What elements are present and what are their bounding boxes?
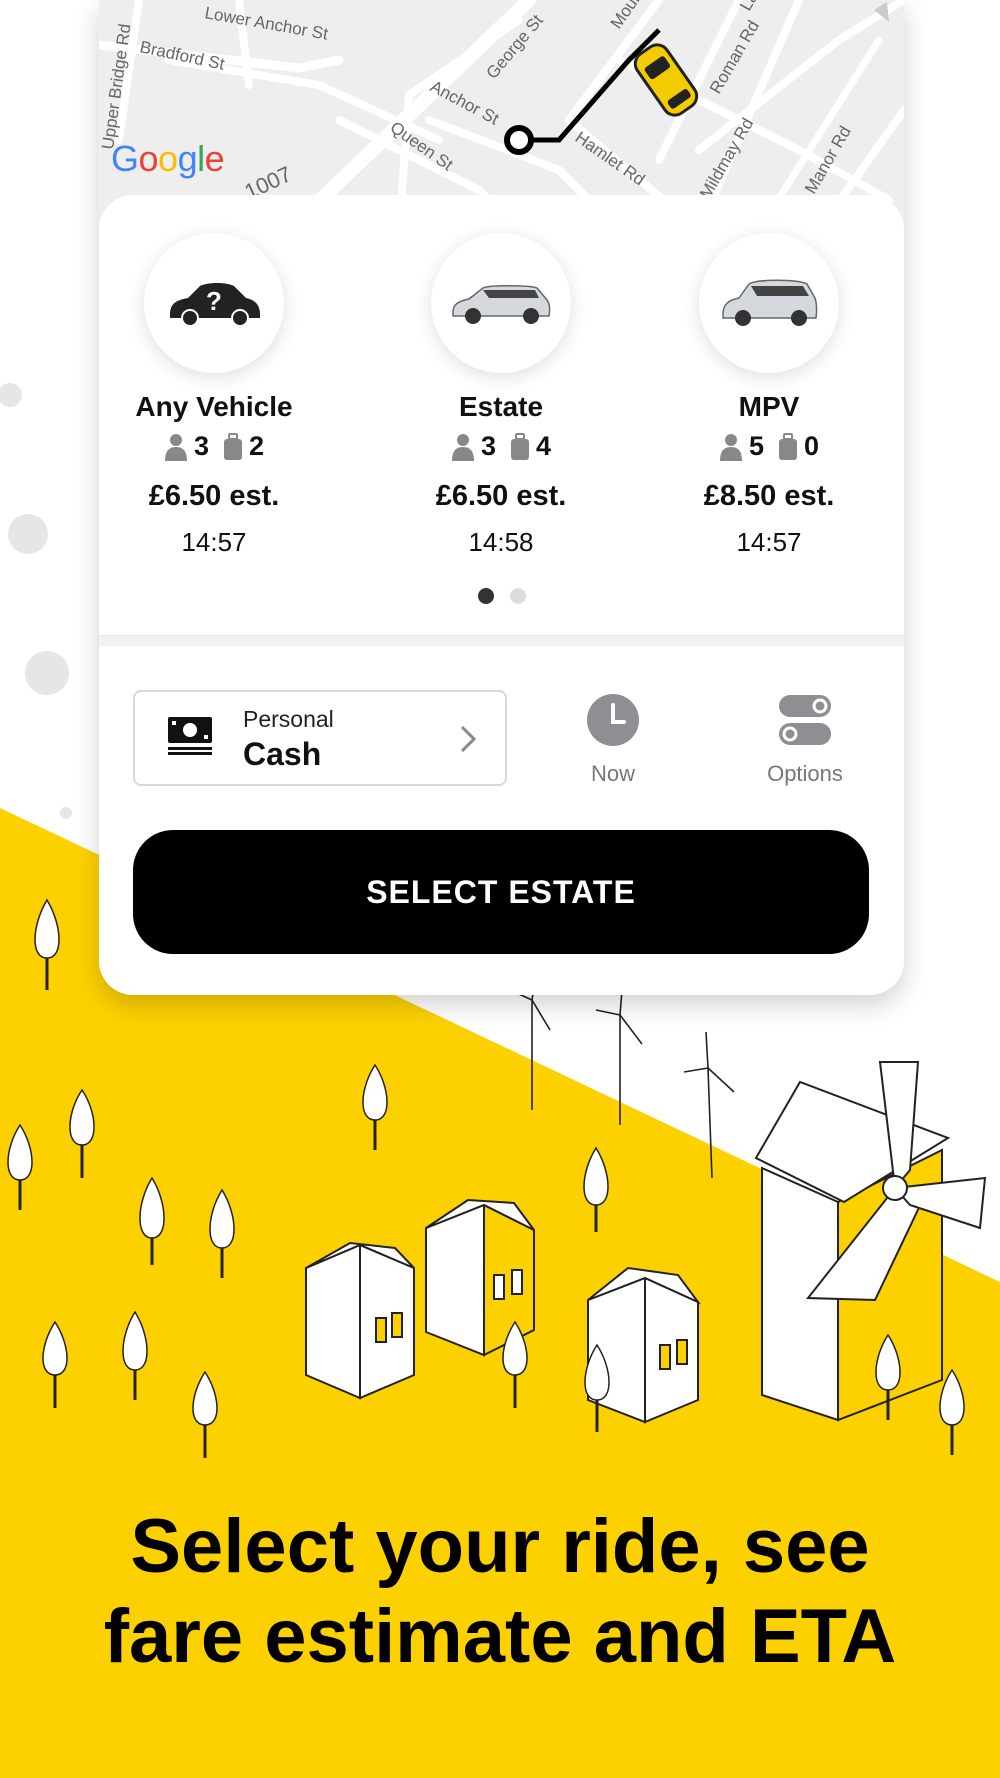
bubble-decoration bbox=[8, 514, 48, 554]
section-divider bbox=[99, 635, 904, 646]
passenger-count: 3 bbox=[193, 431, 209, 461]
pickup-pin bbox=[504, 125, 534, 155]
tagline-line-2: fare estimate and ETA bbox=[103, 1594, 897, 1679]
passenger-icon bbox=[164, 433, 187, 461]
passenger-count: 5 bbox=[748, 431, 764, 461]
passenger-icon bbox=[719, 433, 742, 461]
marketing-tagline: Select your ride, see fare estimate and … bbox=[0, 1502, 1000, 1682]
vehicle-capacity: 3 2 bbox=[99, 431, 329, 462]
house bbox=[587, 1266, 702, 1424]
carousel-pagination bbox=[99, 588, 904, 604]
clock-icon bbox=[587, 694, 639, 746]
bubble-decoration bbox=[0, 383, 22, 407]
payment-type: Personal bbox=[243, 706, 334, 732]
map-label: Hamlet Rd bbox=[572, 128, 649, 190]
fare-estimate: £6.50 est. bbox=[148, 480, 280, 512]
eta-time: 14:57 bbox=[181, 527, 247, 557]
vehicle-name: Any Vehicle bbox=[135, 391, 293, 422]
eta-time: 14:57 bbox=[736, 527, 802, 557]
payment-method: Cash bbox=[243, 736, 322, 772]
toggle-options-icon bbox=[779, 695, 831, 745]
vehicle-carousel[interactable]: ? Any Vehicle 3 2 £6.50 est. 14:57 Estat… bbox=[99, 195, 904, 635]
vehicle-name: Estate bbox=[458, 391, 544, 422]
luggage-icon bbox=[779, 432, 797, 460]
phone-screen: Lower Anchor St Bradford St Upper Bridge… bbox=[99, 0, 904, 995]
vehicle-image: ? bbox=[144, 233, 284, 373]
options-label: Options bbox=[767, 761, 843, 786]
vehicle-capacity: 5 0 bbox=[654, 431, 884, 462]
vehicle-capacity: 3 4 bbox=[386, 431, 616, 462]
passenger-count: 3 bbox=[480, 431, 496, 461]
cash-icon bbox=[168, 717, 212, 755]
estate-car-icon bbox=[452, 285, 551, 324]
luggage-count: 4 bbox=[536, 431, 552, 461]
taxi-marker bbox=[633, 43, 699, 117]
page-dot[interactable] bbox=[509, 588, 526, 604]
route-line bbox=[519, 28, 661, 143]
house bbox=[305, 1241, 415, 1400]
svg-text:?: ? bbox=[206, 286, 222, 316]
eta-time: 14:58 bbox=[468, 527, 534, 557]
passenger-icon bbox=[451, 433, 474, 461]
vehicle-image bbox=[431, 233, 571, 373]
fare-estimate: £8.50 est. bbox=[703, 480, 835, 512]
vehicle-name: MPV bbox=[738, 391, 800, 422]
map-label: Bradford St bbox=[138, 37, 226, 74]
luggage-count: 2 bbox=[249, 431, 265, 461]
map-label: Lower Anchor St bbox=[203, 3, 329, 43]
google-logo: Google bbox=[111, 138, 225, 179]
vehicle-option-any[interactable]: ? Any Vehicle 3 2 £6.50 est. 14:57 bbox=[99, 233, 329, 558]
tagline-line-1: Select your ride, see bbox=[130, 1504, 870, 1589]
vehicle-option-estate[interactable]: Estate 3 4 £6.50 est. 14:58 bbox=[386, 233, 616, 558]
page-dot-active[interactable] bbox=[477, 588, 494, 604]
options-button[interactable]: Options bbox=[745, 693, 865, 787]
ride-selection-sheet: ? Any Vehicle 3 2 £6.50 est. 14:57 Estat… bbox=[99, 195, 904, 995]
vehicle-option-mpv[interactable]: MPV 5 0 £8.50 est. 14:57 bbox=[654, 233, 884, 558]
select-vehicle-button[interactable]: SELECT ESTATE bbox=[133, 830, 869, 954]
payment-method-button[interactable]: Personal Cash bbox=[133, 690, 507, 786]
bubble-decoration bbox=[25, 651, 69, 695]
luggage-icon bbox=[511, 432, 529, 460]
unknown-car-icon: ? bbox=[170, 283, 260, 327]
fare-estimate: £6.50 est. bbox=[435, 480, 567, 512]
luggage-count: 0 bbox=[804, 431, 820, 461]
vehicle-image bbox=[699, 233, 839, 373]
mpv-car-icon bbox=[722, 279, 818, 326]
pickup-time-button[interactable]: Now bbox=[553, 693, 673, 787]
pickup-time-label: Now bbox=[590, 761, 635, 786]
luggage-icon bbox=[224, 432, 242, 460]
bubble-decoration bbox=[60, 807, 72, 819]
chevron-right-icon bbox=[460, 725, 477, 753]
